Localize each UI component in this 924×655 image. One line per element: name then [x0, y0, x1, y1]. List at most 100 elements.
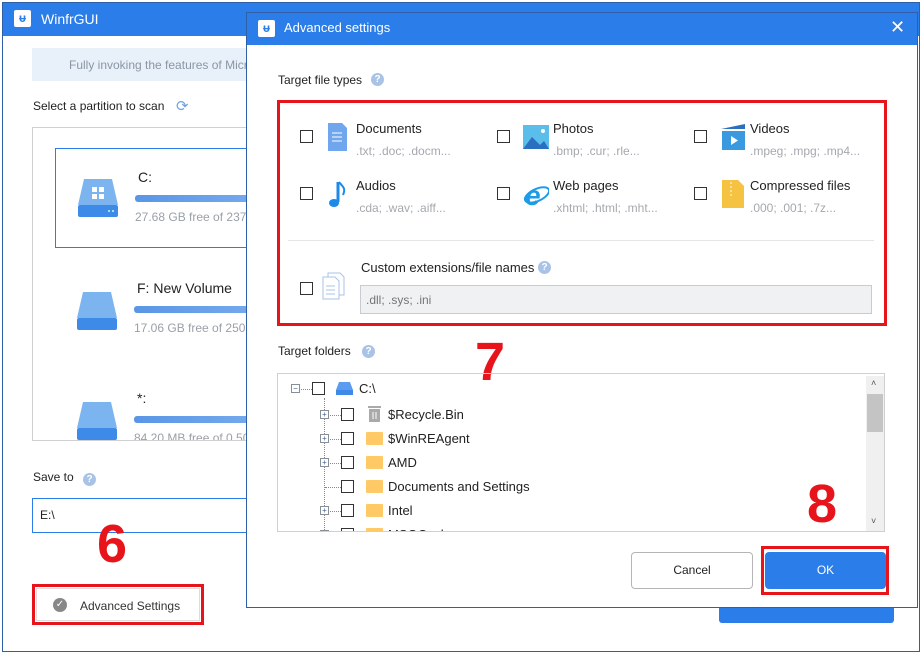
- custom-files-icon: [322, 272, 345, 300]
- tree-checkbox[interactable]: [341, 504, 354, 517]
- file-type-name: Compressed files: [750, 178, 851, 193]
- folder-tree: − C:\ + $Recycle.Bin + $WinREAgent + AMD…: [277, 373, 885, 532]
- partition-heading: Select a partition to scan: [33, 99, 165, 113]
- custom-extensions-input[interactable]: [360, 285, 872, 314]
- ok-button[interactable]: OK: [765, 552, 886, 589]
- tree-checkbox[interactable]: [341, 432, 354, 445]
- tree-checkbox[interactable]: [341, 528, 354, 531]
- expand-icon[interactable]: +: [320, 434, 329, 443]
- cancel-button[interactable]: Cancel: [631, 552, 753, 589]
- target-folders-label: Target folders: [278, 344, 351, 358]
- file-type-checkbox[interactable]: [497, 187, 510, 200]
- file-type-web-pages[interactable]: e Web pages .xhtml; .html; .mht...: [497, 178, 687, 227]
- expand-icon[interactable]: +: [320, 530, 329, 531]
- help-icon[interactable]: ?: [362, 345, 375, 358]
- custom-extensions-checkbox[interactable]: [300, 282, 313, 295]
- divider: [288, 240, 874, 241]
- document-icon: [328, 123, 347, 151]
- file-type-name: Audios: [356, 178, 396, 193]
- drive-icon: [77, 292, 117, 330]
- dialog-title-bar: ᵾ Advanced settings ✕: [247, 13, 917, 45]
- file-type-extensions: .cda; .wav; .aiff...: [356, 201, 446, 215]
- file-type-checkbox[interactable]: [694, 187, 707, 200]
- app-logo-icon: ᵾ: [258, 20, 275, 37]
- app-title: WinfrGUI: [41, 11, 99, 27]
- partition-free: 17.06 GB free of 250: [134, 321, 246, 335]
- zip-icon: [722, 180, 744, 208]
- tree-item-label[interactable]: Intel: [388, 503, 413, 518]
- file-type-checkbox[interactable]: [300, 187, 313, 200]
- app-logo-icon: ᵾ: [14, 10, 31, 27]
- file-type-extensions: .bmp; .cur; .rle...: [553, 144, 640, 158]
- file-type-compressed-files[interactable]: Compressed files .000; .001; .7z...: [694, 178, 884, 227]
- partition-name: *:: [137, 390, 147, 406]
- expand-icon[interactable]: +: [320, 458, 329, 467]
- partition-name: F: New Volume: [137, 280, 232, 296]
- partition-free: 27.68 GB free of 237: [135, 210, 247, 224]
- tree-connector: [330, 439, 341, 440]
- advanced-settings-dialog: ᵾ Advanced settings ✕ Target file types …: [246, 12, 918, 608]
- photo-icon: [523, 125, 549, 149]
- collapse-icon[interactable]: −: [291, 384, 300, 393]
- advanced-settings-button[interactable]: ✓ Advanced Settings: [36, 588, 200, 621]
- file-type-name: Web pages: [553, 178, 619, 193]
- scroll-up-icon[interactable]: ˄: [871, 378, 876, 388]
- file-type-photos[interactable]: Photos .bmp; .cur; .rle...: [497, 121, 687, 170]
- tree-item-label[interactable]: AMD: [388, 455, 417, 470]
- step-6-marker: 6: [97, 514, 128, 574]
- file-type-extensions: .txt; .doc; .docm...: [356, 144, 451, 158]
- drive-icon: [77, 402, 117, 440]
- file-type-documents[interactable]: Documents .txt; .doc; .docm...: [300, 121, 490, 170]
- file-type-name: Documents: [356, 121, 422, 136]
- music-note-icon: [329, 181, 346, 207]
- file-type-checkbox[interactable]: [497, 130, 510, 143]
- tree-connector: [330, 463, 341, 464]
- file-type-extensions: .xhtml; .html; .mht...: [553, 201, 658, 215]
- tree-item-label[interactable]: $Recycle.Bin: [388, 407, 464, 422]
- close-icon[interactable]: ✕: [890, 17, 905, 38]
- folder-icon: [366, 480, 383, 493]
- partition-name: C:: [138, 169, 152, 185]
- tree-checkbox[interactable]: [341, 480, 354, 493]
- expand-icon[interactable]: +: [320, 506, 329, 515]
- scrollbar[interactable]: ˄ ˅: [866, 376, 884, 531]
- tree-connector: [325, 487, 341, 488]
- scrollbar-thumb[interactable]: [867, 394, 883, 432]
- expand-icon[interactable]: +: [320, 410, 329, 419]
- file-type-videos[interactable]: Videos .mpeg; .mpg; .mp4...: [694, 121, 884, 170]
- tree-item-label[interactable]: $WinREAgent: [388, 431, 470, 446]
- tree-item-label[interactable]: MSOCache: [388, 527, 455, 531]
- file-type-checkbox[interactable]: [300, 130, 313, 143]
- folder-icon: [366, 432, 383, 445]
- tree-root-label[interactable]: C:\: [359, 381, 376, 396]
- help-icon[interactable]: ?: [538, 261, 551, 274]
- help-icon[interactable]: ?: [371, 73, 384, 86]
- tree-connector: [330, 511, 341, 512]
- file-type-extensions: .mpeg; .mpg; .mp4...: [750, 144, 861, 158]
- advanced-settings-label: Advanced Settings: [80, 599, 181, 613]
- info-banner: Fully invoking the features of Micr: [32, 48, 282, 81]
- file-type-checkbox[interactable]: [694, 130, 707, 143]
- save-to-label: Save to: [33, 470, 74, 484]
- video-icon: [721, 124, 745, 150]
- check-circle-icon: ✓: [53, 598, 67, 612]
- refresh-icon[interactable]: ⟳: [176, 97, 189, 115]
- folder-icon: [366, 456, 383, 469]
- step-8-marker: 8: [807, 474, 838, 534]
- drive-icon: [336, 382, 353, 395]
- file-type-audios[interactable]: Audios .cda; .wav; .aiff...: [300, 178, 490, 227]
- folder-icon: [366, 504, 383, 517]
- advanced-settings-highlight: ✓ Advanced Settings: [32, 584, 204, 625]
- help-icon[interactable]: ?: [83, 473, 96, 486]
- partition-free: 84.20 MB free of 0.50: [134, 431, 250, 441]
- tree-connector: [330, 415, 341, 416]
- windows-drive-icon: [78, 179, 118, 217]
- file-type-name: Videos: [750, 121, 790, 136]
- tree-checkbox[interactable]: [312, 382, 325, 395]
- tree-checkbox[interactable]: [341, 408, 354, 421]
- recycle-bin-icon: [368, 406, 381, 422]
- tree-item-label[interactable]: Documents and Settings: [388, 479, 530, 494]
- file-type-name: Photos: [553, 121, 594, 136]
- scroll-down-icon[interactable]: ˅: [871, 516, 876, 526]
- tree-checkbox[interactable]: [341, 456, 354, 469]
